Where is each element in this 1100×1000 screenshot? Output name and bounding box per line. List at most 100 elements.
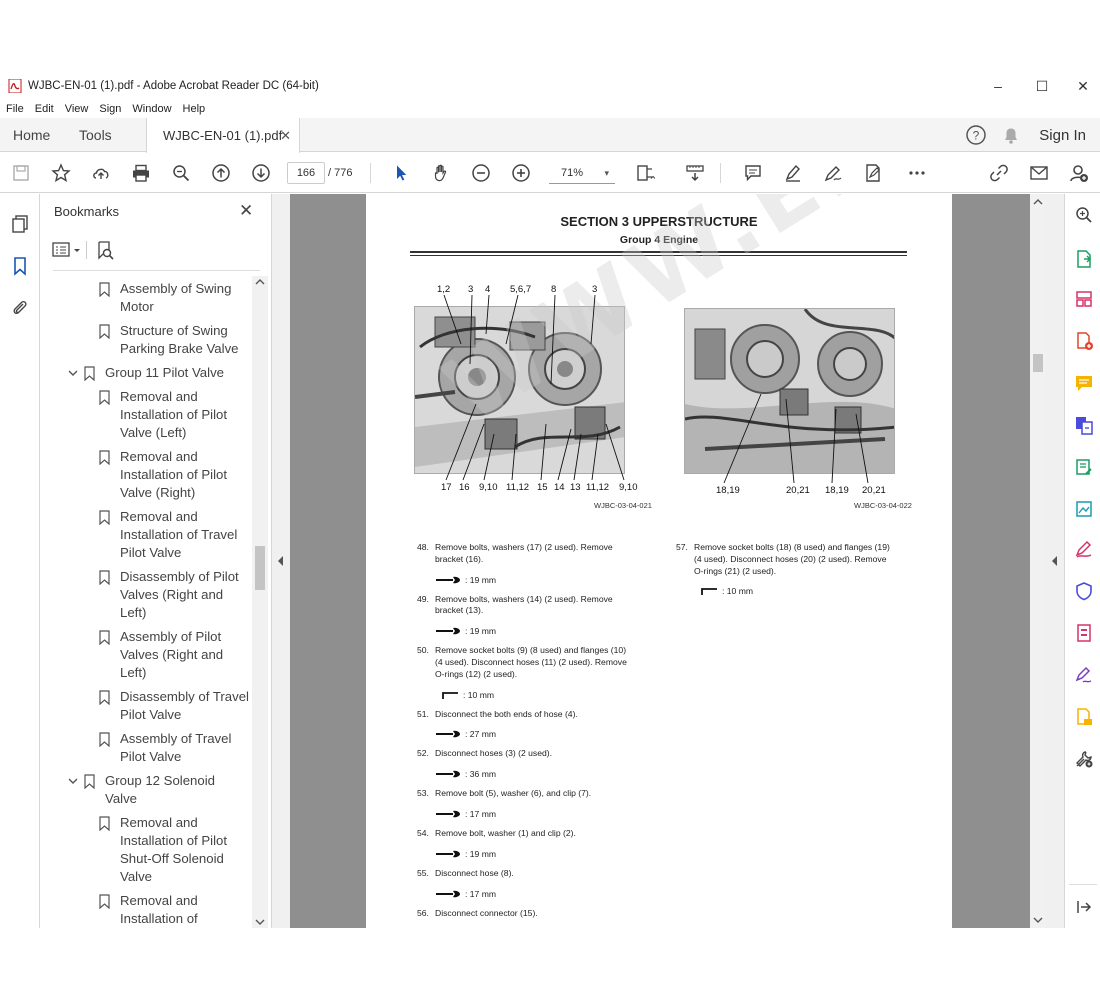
export-image-icon[interactable] — [1073, 498, 1095, 520]
chevron-down-icon[interactable] — [67, 367, 79, 379]
bookmark-ribbon-icon — [99, 324, 110, 339]
bookmark-item[interactable]: Disassembly of Travel Pilot Valve — [99, 688, 252, 724]
zoom-level-select[interactable]: 71% ▾ — [549, 162, 615, 184]
chevron-down-icon[interactable] — [67, 775, 79, 787]
previous-page-icon[interactable] — [210, 162, 232, 184]
bookmark-item[interactable]: Removal and Installation of Pilot Valve … — [99, 448, 252, 502]
menu-sign[interactable]: Sign — [99, 103, 121, 115]
comment-tool-icon[interactable] — [1073, 372, 1095, 394]
create-pdf-icon[interactable] — [1073, 330, 1095, 352]
attachments-icon[interactable] — [8, 296, 32, 320]
bookmark-options-icon[interactable] — [52, 240, 84, 260]
highlight-pen-icon[interactable] — [782, 162, 804, 184]
next-page-icon[interactable] — [250, 162, 272, 184]
edit-pdf-icon[interactable] — [1073, 456, 1095, 478]
email-icon[interactable] — [1028, 162, 1050, 184]
bookmarks-scroll-thumb[interactable] — [255, 546, 265, 590]
zoom-search-icon[interactable] — [170, 162, 192, 184]
zoom-out-icon[interactable] — [470, 162, 492, 184]
bookmark-item[interactable]: Structure of Swing Parking Brake Valve — [99, 322, 252, 358]
expand-panel-icon[interactable] — [1073, 896, 1095, 918]
stamp-note-icon[interactable] — [1073, 706, 1095, 728]
page-thumbnails-icon[interactable] — [8, 212, 32, 236]
expand-right-panel-arrow-icon[interactable] — [1046, 554, 1064, 568]
bookmark-item[interactable]: Removal and Installation of — [99, 892, 252, 926]
bookmark-group[interactable]: Group 11 Pilot Valve — [68, 364, 252, 382]
help-icon[interactable]: ? — [965, 124, 987, 146]
doc-scroll-up-arrow-icon[interactable] — [1030, 196, 1046, 208]
save-icon[interactable] — [10, 162, 32, 184]
group-title: Group 4 Engine — [619, 234, 699, 246]
zoom-in-icon[interactable] — [510, 162, 532, 184]
doc-scroll-down-arrow-icon[interactable] — [1030, 914, 1046, 926]
tab-document[interactable]: WJBC-EN-01 (1).pdf ✕ — [146, 118, 300, 153]
bookmark-label: Disassembly of Pilot Valves (Right and L… — [120, 569, 239, 620]
page-fit-icon[interactable] — [634, 162, 656, 184]
comment-icon[interactable] — [742, 162, 764, 184]
menu-file[interactable]: File — [6, 103, 24, 115]
organize-pages-icon[interactable] — [1073, 288, 1095, 310]
protect-shield-icon[interactable] — [1073, 580, 1095, 602]
bookmark-label: Removal and Installation of Pilot Valve … — [120, 389, 228, 440]
hex-key-size: : 10 mm — [441, 690, 494, 700]
notification-bell-icon[interactable] — [1001, 125, 1021, 145]
more-tools-wrench-icon[interactable] — [1073, 748, 1095, 770]
bookmarks-scrollbar[interactable] — [252, 276, 268, 928]
scroll-down-arrow-icon[interactable] — [252, 916, 268, 928]
select-cursor-icon[interactable] — [390, 162, 412, 184]
scroll-up-arrow-icon[interactable] — [252, 276, 268, 288]
right-panel-expand-handle[interactable] — [1046, 194, 1064, 928]
header-rule-thin — [410, 255, 907, 256]
menu-window[interactable]: Window — [132, 103, 171, 115]
left-panel-collapse-handle[interactable] — [272, 194, 290, 928]
menu-view[interactable]: View — [65, 103, 89, 115]
document-scroll-thumb[interactable] — [1033, 354, 1043, 372]
sign-in-button[interactable]: Sign In — [1039, 127, 1086, 144]
close-bookmarks-button[interactable]: ✕ — [239, 201, 253, 221]
acrobat-pdf-icon — [8, 79, 22, 93]
collapse-left-arrow-icon[interactable] — [272, 554, 290, 568]
hand-tool-icon[interactable] — [430, 162, 452, 184]
bookmark-item[interactable]: Assembly of Travel Pilot Valve — [99, 730, 252, 766]
bookmark-item[interactable]: Assembly of Swing Motor — [99, 280, 252, 316]
cloud-upload-icon[interactable] — [90, 162, 112, 184]
document-viewport[interactable]: SECTION 3 UPPERSTRUCTURE Group 4 Engine — [290, 194, 1030, 928]
figure1-callout: 16 — [459, 482, 470, 493]
fill-sign-tool-icon[interactable] — [1073, 538, 1095, 560]
menu-edit[interactable]: Edit — [35, 103, 54, 115]
share-link-icon[interactable] — [988, 162, 1010, 184]
print-icon[interactable] — [130, 162, 152, 184]
bookmark-item[interactable]: Assembly of Pilot Valves (Right and Left… — [99, 628, 252, 682]
more-tools-icon[interactable] — [906, 162, 928, 184]
bookmark-group[interactable]: Group 12 Solenoid Valve — [68, 772, 252, 808]
bookmark-ribbon-icon — [99, 894, 110, 909]
bookmark-item[interactable]: Removal and Installation of Travel Pilot… — [99, 508, 252, 562]
page-number-input[interactable]: 166 — [287, 162, 325, 184]
step-number: 55. — [417, 867, 429, 878]
bookmarks-panel-icon[interactable] — [8, 254, 32, 278]
account-share-icon[interactable] — [1068, 162, 1090, 184]
bookmark-ribbon-icon — [99, 390, 110, 405]
fill-sign-icon[interactable] — [862, 162, 884, 184]
menu-help[interactable]: Help — [183, 103, 206, 115]
document-scrollbar[interactable] — [1030, 194, 1046, 928]
search-zoom-icon[interactable] — [1073, 204, 1095, 226]
star-bookmark-icon[interactable] — [50, 162, 72, 184]
bookmark-item[interactable]: Removal and Installation of Pilot Valve … — [99, 388, 252, 442]
maximize-button[interactable]: ☐ — [1022, 75, 1062, 97]
draw-tool-icon[interactable] — [822, 162, 844, 184]
export-pdf-icon[interactable] — [1073, 248, 1095, 270]
bookmark-ribbon-icon — [99, 282, 110, 297]
bookmark-item[interactable]: Removal and Installation of Pilot Shut-O… — [99, 814, 252, 886]
request-signature-icon[interactable] — [1073, 664, 1095, 686]
prepare-form-icon[interactable] — [1073, 622, 1095, 644]
scrolling-mode-icon[interactable] — [684, 162, 706, 184]
minimize-button[interactable]: – — [978, 75, 1018, 97]
close-tab-button[interactable]: ✕ — [280, 128, 291, 144]
tab-tools[interactable]: Tools — [79, 118, 112, 152]
combine-files-icon[interactable] — [1073, 414, 1095, 436]
find-bookmark-icon[interactable] — [95, 240, 115, 260]
tab-home[interactable]: Home — [13, 118, 50, 152]
bookmark-item[interactable]: Disassembly of Pilot Valves (Right and L… — [99, 568, 252, 622]
close-window-button[interactable]: ✕ — [1063, 75, 1100, 97]
